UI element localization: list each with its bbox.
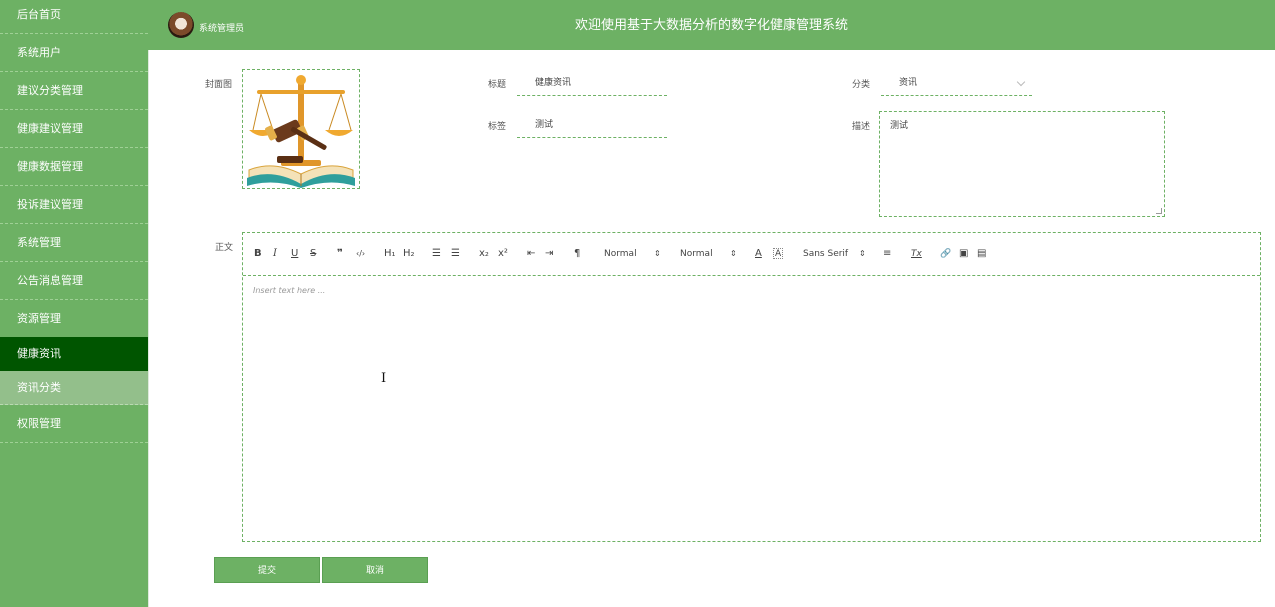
sidebar-item-permissions[interactable]: 权限管理 [0, 405, 148, 443]
sidebar-subitem-news-category[interactable]: 资讯分类 [0, 371, 148, 405]
editor-content-area[interactable]: Insert text here ... [243, 276, 1260, 541]
title-input[interactable]: 健康资讯 [517, 70, 667, 96]
cover-image-upload[interactable] [242, 69, 360, 189]
cover-label: 封面图 [205, 80, 233, 90]
category-value: 资讯 [899, 78, 918, 88]
category-label: 分类 [852, 80, 871, 90]
system-title: 欢迎使用基于大数据分析的数字化健康管理系统 [574, 18, 848, 33]
font-select[interactable]: Sans Serif ⇕ [803, 247, 869, 261]
font-select-value: Sans Serif [803, 249, 849, 259]
code-block-button[interactable]: ‹/› [356, 247, 365, 261]
image-button[interactable]: ▣ [959, 247, 968, 261]
italic-button[interactable]: I [273, 247, 277, 261]
tag-input[interactable]: 测试 [517, 112, 667, 138]
justice-scale-book-icon [247, 75, 355, 188]
sidebar-item-health-suggestion[interactable]: 健康建议管理 [0, 110, 148, 148]
sidebar-item-complaints[interactable]: 投诉建议管理 [0, 186, 148, 224]
text-color-button[interactable]: A [755, 247, 762, 261]
chevron-down-icon [1016, 77, 1026, 87]
up-down-arrow-icon: ⇕ [654, 249, 661, 258]
sidebar-item-system-management[interactable]: 系统管理 [0, 224, 148, 262]
subscript-button[interactable]: x₂ [479, 247, 489, 261]
header-select[interactable]: Normal ⇕ [680, 247, 740, 261]
description-textarea[interactable]: 测试 [879, 111, 1165, 217]
resize-handle-icon[interactable] [1156, 208, 1162, 214]
editor-placeholder: Insert text here ... [253, 286, 326, 295]
submit-button[interactable]: 提交 [214, 557, 320, 583]
body-label: 正文 [215, 243, 234, 253]
category-select[interactable]: 资讯 [881, 70, 1032, 96]
cancel-button[interactable]: 取消 [322, 557, 428, 583]
sidebar-item-health-news[interactable]: 健康资讯 [0, 337, 148, 371]
indent-button[interactable]: ⇥ [545, 247, 553, 261]
sidebar-item-suggestion-category[interactable]: 建议分类管理 [0, 72, 148, 110]
sidebar: 后台首页 系统用户 建议分类管理 健康建议管理 健康数据管理 投诉建议管理 系统… [0, 0, 148, 607]
editor-toolbar: B I U S ❞ ‹/› H₁ H₂ ☰ ☰ x₂ x² ⇤ ⇥ ¶ Norm… [243, 233, 1260, 276]
description-label: 描述 [852, 122, 871, 132]
sidebar-item-resources[interactable]: 资源管理 [0, 300, 148, 338]
outdent-button[interactable]: ⇤ [527, 247, 535, 261]
sidebar-item-health-data[interactable]: 健康数据管理 [0, 148, 148, 186]
strike-button[interactable]: S [310, 247, 316, 261]
up-down-arrow-icon: ⇕ [859, 249, 866, 258]
superscript-button[interactable]: x² [498, 247, 508, 261]
tag-label: 标签 [488, 122, 507, 132]
size-select[interactable]: Normal ⇕ [604, 247, 664, 261]
ordered-list-button[interactable]: ☰ [432, 247, 441, 261]
description-value: 测试 [890, 121, 909, 131]
app: 后台首页 系统用户 建议分类管理 健康建议管理 健康数据管理 投诉建议管理 系统… [0, 0, 1275, 607]
bold-button[interactable]: B [254, 247, 262, 261]
sidebar-item-system-users[interactable]: 系统用户 [0, 34, 148, 72]
clean-format-button[interactable]: Tx [911, 247, 922, 261]
sidebar-item-home[interactable]: 后台首页 [0, 0, 148, 34]
rich-text-editor: B I U S ❞ ‹/› H₁ H₂ ☰ ☰ x₂ x² ⇤ ⇥ ¶ Norm… [242, 232, 1261, 542]
header-select-value: Normal [680, 249, 713, 259]
align-button[interactable]: ≡ [883, 247, 891, 261]
video-button[interactable]: ▤ [977, 247, 986, 261]
title-label: 标题 [488, 80, 507, 90]
top-header: 系统管理员 欢迎使用基于大数据分析的数字化健康管理系统 [148, 0, 1275, 50]
bullet-list-button[interactable]: ☰ [451, 247, 460, 261]
link-button[interactable]: 🔗 [940, 247, 951, 261]
size-select-value: Normal [604, 249, 637, 259]
text-direction-button[interactable]: ¶ [574, 247, 580, 261]
background-color-button[interactable]: A [773, 248, 784, 259]
sidebar-item-announcements[interactable]: 公告消息管理 [0, 262, 148, 300]
header1-button[interactable]: H₁ [384, 247, 396, 261]
header2-button[interactable]: H₂ [403, 247, 415, 261]
underline-button[interactable]: U [291, 247, 298, 261]
news-edit-form: 封面图 标题 健康资讯 标签 测试 分类 资讯 描述 测试 正文 B I U S… [148, 50, 1275, 607]
text-cursor-icon: I [381, 371, 387, 386]
blockquote-button[interactable]: ❞ [337, 247, 343, 261]
up-down-arrow-icon: ⇕ [730, 249, 737, 258]
